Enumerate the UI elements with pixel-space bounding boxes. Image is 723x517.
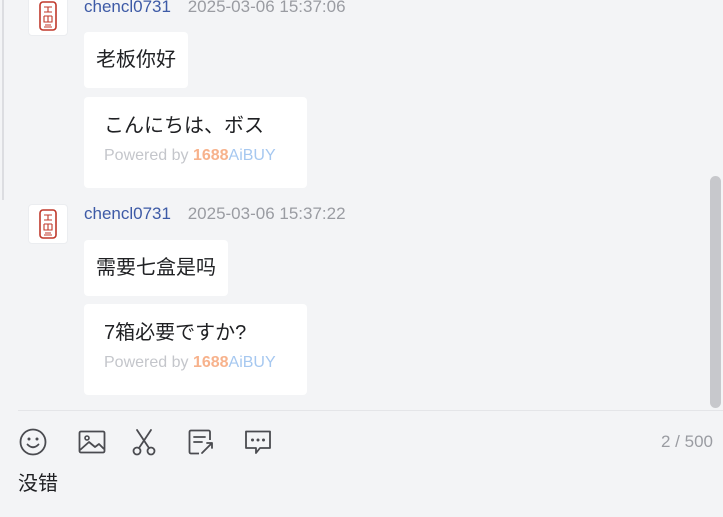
translation-bubble[interactable]: こんにちは、ボス Powered by 1688AiBUY	[84, 97, 307, 188]
translation-text: こんにちは、ボス	[104, 115, 264, 137]
message-meta: chencl0731 2025-03-06 15:37:22	[84, 204, 346, 224]
sender-name[interactable]: chencl0731	[84, 204, 171, 223]
message-input[interactable]: 没错	[18, 468, 708, 508]
history-divider-line	[2, 0, 4, 200]
message-timestamp: 2025-03-06 15:37:06	[187, 0, 346, 16]
character-counter: 2 / 500	[660, 432, 713, 451]
emoji-icon	[19, 428, 47, 456]
translation-bubble[interactable]: 7箱必要ですか? Powered by 1688AiBUY	[84, 304, 307, 395]
message-text: 老板你好	[96, 49, 176, 71]
quick-phrase-button[interactable]	[185, 424, 217, 460]
seal-icon	[39, 1, 57, 31]
powered-by-label: Powered by 1688AiBUY	[104, 354, 276, 371]
message-text: 需要七盒是吗	[96, 257, 216, 279]
avatar[interactable]	[28, 204, 68, 244]
input-divider	[18, 410, 723, 411]
message-meta: chencl0731 2025-03-06 15:37:06	[84, 0, 346, 17]
scissors-icon	[132, 429, 156, 456]
brand-ai: AiBUY	[228, 354, 276, 371]
message-timestamp: 2025-03-06 15:37:22	[187, 204, 346, 223]
message-bubble[interactable]: 需要七盒是吗	[84, 240, 228, 296]
chat-icon	[245, 430, 271, 454]
chat-history: chencl0731 2025-03-06 15:37:06 老板你好 こんにち…	[0, 0, 723, 410]
scrollbar-thumb[interactable]	[710, 176, 721, 408]
message-bubble[interactable]: 老板你好	[84, 32, 188, 88]
input-value: 没错	[18, 473, 58, 495]
screenshot-button[interactable]	[128, 424, 160, 460]
emoji-button[interactable]	[17, 424, 49, 460]
image-button[interactable]	[76, 424, 108, 460]
message-button[interactable]	[242, 424, 274, 460]
input-toolbar: 2 / 500	[0, 424, 723, 464]
note-icon	[188, 429, 213, 455]
translation-text: 7箱必要ですか?	[104, 322, 247, 344]
brand-number: 1688	[192, 354, 229, 371]
avatar[interactable]	[28, 0, 68, 36]
image-icon	[78, 430, 106, 454]
brand-number: 1688	[192, 147, 229, 164]
sender-name[interactable]: chencl0731	[84, 0, 171, 16]
powered-by-label: Powered by 1688AiBUY	[104, 147, 276, 164]
seal-icon	[39, 209, 57, 239]
brand-ai: AiBUY	[228, 147, 276, 164]
